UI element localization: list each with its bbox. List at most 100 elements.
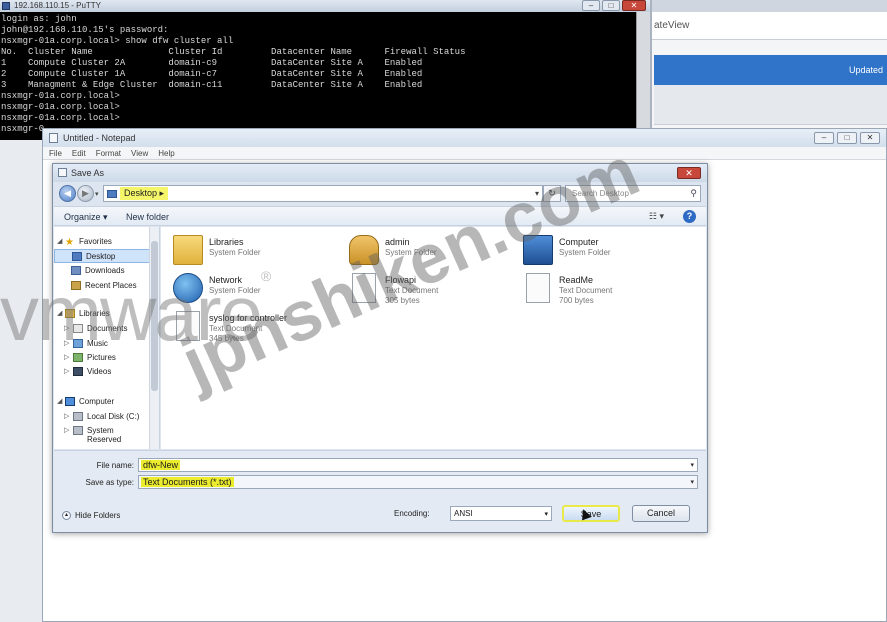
file-item[interactable]: Libraries System Folder	[173, 235, 333, 267]
putty-window[interactable]: 192.168.110.15 - PuTTY – □ ✕ login as: j…	[0, 0, 652, 140]
recent-places-icon	[71, 281, 81, 290]
forward-arrow-icon[interactable]: ▶	[77, 185, 94, 202]
star-icon: ★	[65, 237, 74, 248]
menu-view[interactable]: View	[131, 147, 148, 159]
chevron-down-icon[interactable]: ▾	[690, 478, 694, 486]
notepad-text-area[interactable]	[711, 160, 886, 621]
putty-titlebar[interactable]: 192.168.110.15 - PuTTY – □ ✕	[0, 0, 650, 12]
menu-edit[interactable]: Edit	[72, 147, 86, 159]
desktop-icon	[72, 252, 82, 261]
menu-format[interactable]: Format	[96, 147, 121, 159]
notepad-menubar: File Edit Format View Help	[43, 147, 886, 160]
view-options-icon[interactable]: ☷ ▾	[649, 211, 664, 222]
desktop-folder-icon	[107, 190, 117, 198]
back-arrow-icon[interactable]: ◀	[59, 185, 76, 202]
minimize-icon[interactable]: –	[582, 0, 600, 11]
close-icon[interactable]: ✕	[860, 132, 880, 144]
navigation-pane: ◢ ★ Favorites Desktop Downloads Recent P…	[54, 227, 160, 449]
user-folder-icon	[349, 235, 379, 265]
drive-icon	[73, 426, 83, 435]
background-tabbar	[640, 0, 887, 12]
background-banner: Updated	[654, 55, 887, 85]
hide-folders-button[interactable]: ▴ Hide Folders	[62, 511, 120, 521]
file-name-input[interactable]: dfw-New ▾	[138, 458, 698, 472]
nav-recent-places[interactable]: Recent Places	[54, 279, 150, 293]
terminal-scrollbar[interactable]	[636, 12, 650, 140]
expand-icon[interactable]: ▷	[64, 367, 69, 375]
background-tab-row[interactable]: ateView	[640, 12, 887, 40]
save-as-dialog[interactable]: Save As ✕ ◀ ▶ ▾ Desktop ▸ ▾ ↻ Search Des…	[52, 163, 708, 533]
close-icon[interactable]: ✕	[622, 0, 646, 11]
terminal-output[interactable]: login as: john john@192.168.110.15's pas…	[1, 14, 465, 135]
dialog-titlebar[interactable]: Save As ✕	[53, 164, 707, 182]
expand-icon[interactable]: ▷	[64, 339, 69, 347]
nav-scrollbar[interactable]	[149, 227, 159, 449]
file-item[interactable]: Flowapi Text Document 305 bytes	[349, 273, 509, 305]
save-type-value: Text Documents (*.txt)	[141, 477, 234, 487]
libraries-icon	[65, 309, 75, 318]
file-item[interactable]: Computer System Folder	[523, 235, 683, 267]
nav-system-reserved[interactable]: ▷ System Reserved	[54, 424, 150, 444]
nav-pictures[interactable]: ▷ Pictures	[54, 351, 150, 365]
documents-icon	[73, 324, 83, 333]
nav-local-disk[interactable]: ▷ Local Disk (C:)	[54, 410, 150, 424]
nav-favorites[interactable]: ◢ ★ Favorites	[54, 235, 150, 249]
text-document-icon	[352, 273, 376, 303]
organize-button[interactable]: Organize ▾	[64, 212, 108, 223]
save-button[interactable]: Save	[562, 505, 620, 522]
notepad-titlebar[interactable]: Untitled - Notepad – □ ✕	[43, 129, 886, 147]
cancel-button[interactable]: Cancel	[632, 505, 690, 522]
music-icon	[73, 339, 83, 348]
chevron-down-icon[interactable]: ▾	[690, 461, 694, 469]
save-type-select[interactable]: Text Documents (*.txt) ▾	[138, 475, 698, 489]
expand-icon[interactable]: ▷	[64, 353, 69, 361]
file-item[interactable]: syslog for controller Text Document 345 …	[173, 311, 353, 343]
chevron-down-icon[interactable]: ▾	[535, 189, 539, 198]
expand-icon[interactable]: ◢	[57, 309, 62, 317]
save-type-label: Save as type:	[85, 478, 134, 487]
expand-icon[interactable]: ◢	[57, 237, 62, 245]
nav-desktop[interactable]: Desktop	[54, 249, 150, 263]
putty-title: 192.168.110.15 - PuTTY	[14, 1, 102, 10]
nav-videos[interactable]: ▷ Videos	[54, 365, 150, 379]
background-banner-text: Updated	[848, 65, 883, 75]
file-name-value: dfw-New	[141, 460, 181, 470]
search-input[interactable]: Search Desktop ⚲	[565, 185, 701, 202]
expand-icon[interactable]: ◢	[57, 397, 62, 405]
text-document-icon	[526, 273, 550, 303]
encoding-value: ANSI	[454, 509, 473, 518]
encoding-select[interactable]: ANSI ▾	[450, 506, 552, 521]
notepad-title: Untitled - Notepad	[63, 133, 136, 143]
nav-downloads[interactable]: Downloads	[54, 264, 150, 278]
nav-computer[interactable]: ◢ Computer	[54, 395, 150, 409]
nav-music[interactable]: ▷ Music	[54, 337, 150, 351]
chevron-down-icon[interactable]: ▾	[95, 190, 99, 198]
chevron-down-icon[interactable]: ▾	[544, 510, 548, 518]
close-icon[interactable]: ✕	[677, 167, 701, 179]
help-icon[interactable]: ?	[683, 210, 696, 223]
menu-help[interactable]: Help	[158, 147, 174, 159]
new-folder-button[interactable]: New folder	[126, 212, 169, 222]
expand-icon[interactable]: ▷	[64, 324, 69, 332]
minimize-icon[interactable]: –	[814, 132, 834, 144]
menu-file[interactable]: File	[49, 147, 62, 159]
breadcrumb[interactable]: Desktop ▸	[120, 187, 169, 200]
dialog-toolbar: Organize ▾ New folder ☷ ▾ ?	[54, 206, 706, 226]
nav-documents[interactable]: ▷ Documents	[54, 322, 150, 336]
dialog-title: Save As	[71, 168, 105, 178]
pictures-icon	[73, 353, 83, 362]
maximize-icon[interactable]: □	[837, 132, 857, 144]
search-icon[interactable]: ⚲	[690, 188, 697, 199]
scroll-thumb[interactable]	[151, 241, 158, 391]
address-row: ◀ ▶ ▾ Desktop ▸ ▾ ↻ Search Desktop ⚲	[57, 184, 703, 204]
file-item[interactable]: ReadMe Text Document 700 bytes	[523, 273, 683, 305]
expand-icon[interactable]: ▷	[64, 426, 69, 434]
background-pane	[654, 85, 887, 125]
address-bar[interactable]: Desktop ▸ ▾	[103, 185, 543, 202]
file-item[interactable]: admin System Folder	[349, 235, 509, 267]
maximize-icon[interactable]: □	[602, 0, 620, 11]
refresh-icon[interactable]: ↻	[543, 185, 561, 202]
nav-libraries[interactable]: ◢ Libraries	[54, 307, 150, 321]
file-item[interactable]: Network System Folder	[173, 273, 333, 305]
expand-icon[interactable]: ▷	[64, 412, 69, 420]
